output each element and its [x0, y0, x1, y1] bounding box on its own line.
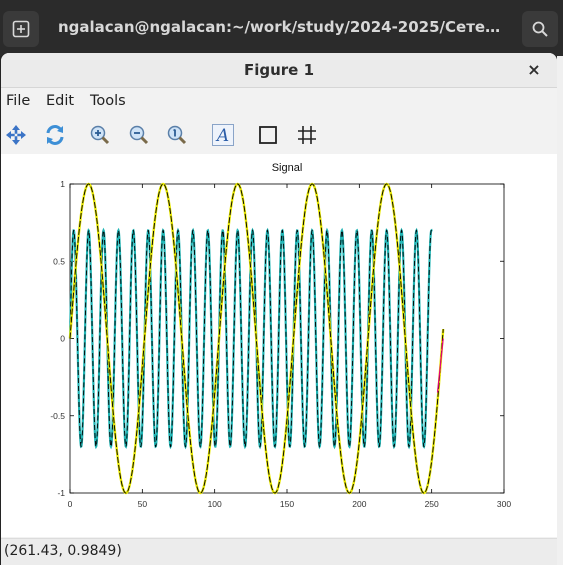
rotate-button[interactable] [41, 122, 69, 148]
axes-box-button[interactable] [254, 122, 282, 148]
menu-file[interactable]: File [6, 93, 30, 109]
zoom-reset-button[interactable] [163, 122, 191, 148]
y-tick-label: -1 [57, 488, 65, 498]
x-tick-label: 100 [208, 499, 222, 509]
zoom-out-icon [129, 125, 149, 145]
x-tick-label: 50 [138, 499, 148, 509]
signal-chart[interactable]: Signal 0 50 100 150 200 250 300 -1 -0.5 0 0.5 1 [1, 154, 557, 537]
x-tick-label: 300 [497, 499, 511, 509]
x-tick-label: 200 [352, 499, 366, 509]
x-tick-label: 0 [68, 499, 73, 509]
status-bar: (261.43, 0.9849) [1, 538, 557, 565]
terminal-title: ngalacan@ngalacan:~/work/study/2024-2025… [58, 18, 508, 36]
insert-text-button[interactable]: A [209, 122, 237, 148]
grid-icon [298, 126, 316, 144]
x-tick-label: 150 [280, 499, 294, 509]
x-tick-label: 250 [425, 499, 439, 509]
menu-bar: File Edit Tools [1, 89, 557, 115]
y-tick-label: -0.5 [50, 411, 65, 421]
zoom-out-button[interactable] [125, 122, 153, 148]
menu-tools[interactable]: Tools [90, 93, 126, 109]
y-tick-label: 0.5 [53, 256, 65, 266]
background-window-edge [557, 56, 563, 565]
new-tab-button[interactable] [3, 11, 39, 47]
figure-window: Figure 1 × File Edit Tools A Signal 0 50… [1, 53, 557, 565]
pan-icon [6, 125, 26, 145]
plot-area[interactable]: Signal 0 50 100 150 200 250 300 -1 -0.5 0 0.5 1 [1, 154, 557, 537]
search-icon [532, 21, 548, 37]
cursor-coordinates: (261.43, 0.9849) [4, 543, 122, 559]
close-button[interactable]: × [523, 59, 545, 81]
plus-square-icon [12, 20, 30, 38]
grid-button[interactable] [293, 122, 321, 148]
pan-button[interactable] [2, 122, 30, 148]
svg-text:A: A [215, 126, 229, 146]
figure-toolbar: A [1, 116, 557, 155]
series-pink-tail [436, 338, 444, 393]
chart-title: Signal [272, 162, 303, 174]
zoom-in-button[interactable] [86, 122, 114, 148]
search-button[interactable] [522, 11, 558, 47]
y-tick-label: 0 [60, 334, 65, 344]
text-annotation-icon: A [212, 124, 234, 146]
rotate-icon [46, 125, 64, 145]
y-tick-label: 1 [60, 179, 65, 189]
menu-edit[interactable]: Edit [46, 93, 74, 109]
axes-box-icon [259, 126, 277, 144]
figure-title: Figure 1 [1, 53, 557, 88]
zoom-reset-icon [167, 125, 187, 145]
terminal-header-bar: ngalacan@ngalacan:~/work/study/2024-2025… [0, 0, 563, 56]
zoom-in-icon [90, 125, 110, 145]
